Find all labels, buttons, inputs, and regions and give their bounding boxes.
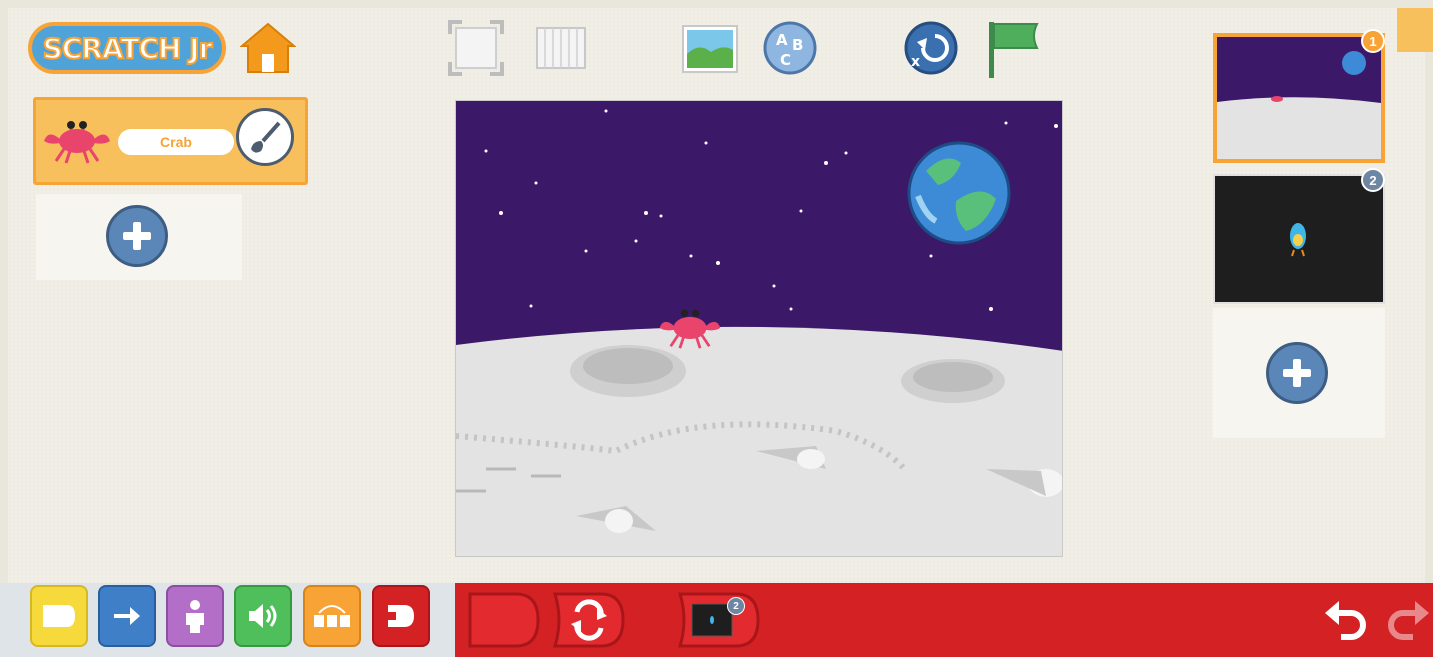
grid-icon[interactable]	[533, 20, 589, 76]
page-number-badge-1: 1	[1361, 29, 1385, 53]
stage-canvas	[456, 101, 1062, 556]
page-1-preview	[1217, 37, 1381, 159]
add-page-button[interactable]	[1266, 342, 1328, 404]
corner-tab	[1397, 8, 1433, 52]
page-number-badge-2: 2	[1361, 168, 1385, 192]
category-sound[interactable]	[234, 585, 292, 647]
home-icon[interactable]	[240, 20, 296, 76]
svg-text:A: A	[776, 31, 788, 49]
paintbrush-icon	[251, 121, 281, 153]
category-motion[interactable]	[98, 585, 156, 647]
speaker-icon	[249, 604, 277, 628]
category-triggering[interactable]	[30, 585, 88, 647]
svg-text:B: B	[792, 36, 803, 54]
crab-sprite-thumbnail	[44, 121, 110, 164]
trigger-block-icon	[43, 605, 75, 627]
go-to-page-block[interactable]	[678, 590, 760, 650]
text-icon[interactable]: A B C	[762, 20, 818, 76]
start-on-flag-block[interactable]	[468, 590, 540, 650]
repeat-forever-block[interactable]	[553, 590, 625, 650]
arrow-right-icon	[114, 607, 140, 625]
scratchjr-logo: SCRATCH Jr	[28, 22, 226, 74]
plus-icon	[123, 222, 151, 250]
category-end[interactable]	[372, 585, 430, 647]
crab-sprite[interactable]	[656, 304, 724, 350]
page-thumbnail-2[interactable]	[1213, 174, 1385, 304]
bird-sprite-thumbnail	[1290, 223, 1306, 257]
category-looks[interactable]	[166, 585, 224, 647]
green-flag-icon[interactable]	[985, 18, 1041, 80]
add-sprite-button[interactable]	[106, 205, 168, 267]
svg-text:C: C	[780, 51, 791, 69]
redo-icon[interactable]	[1385, 597, 1431, 643]
page-thumbnail-1[interactable]	[1213, 33, 1385, 163]
category-control[interactable]	[303, 585, 361, 647]
person-icon	[186, 600, 204, 633]
fullscreen-icon[interactable]	[448, 20, 504, 76]
control-flow-icon	[314, 605, 350, 627]
background-icon[interactable]	[681, 20, 739, 76]
undo-icon[interactable]	[1323, 597, 1369, 643]
plus-icon	[1283, 359, 1311, 387]
stage[interactable]	[455, 100, 1063, 557]
reset-icon[interactable]: x	[903, 20, 959, 76]
go-to-page-number-badge: 2	[727, 597, 745, 615]
svg-text:x: x	[911, 54, 920, 70]
paint-editor-button[interactable]	[236, 108, 294, 166]
end-block-icon	[388, 605, 414, 627]
sprite-name-label[interactable]: Crab	[118, 129, 234, 155]
